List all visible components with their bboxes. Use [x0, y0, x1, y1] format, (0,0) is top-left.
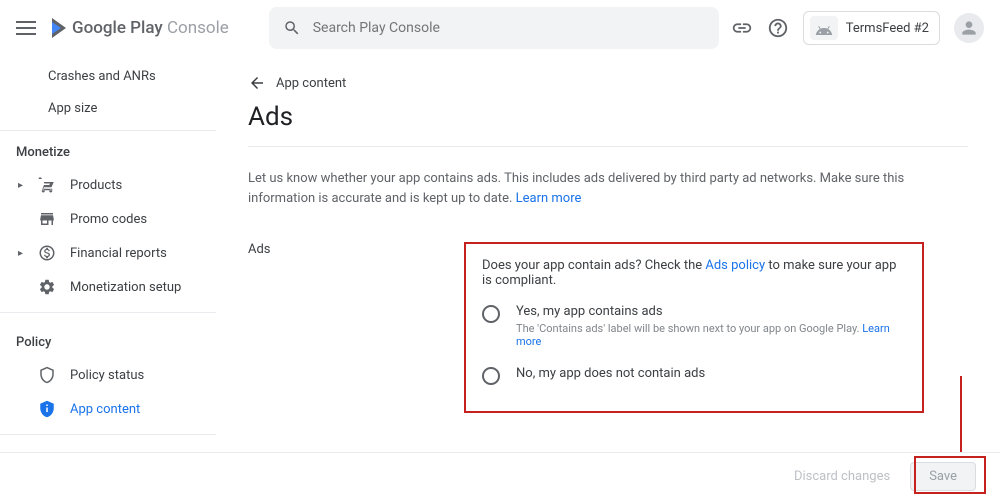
radio-icon: [482, 305, 500, 323]
link-icon[interactable]: [731, 17, 753, 39]
sidebar-section-monetize: Monetize: [0, 130, 216, 168]
ads-options-box: Does your app contain ads? Check the Ads…: [464, 242, 924, 413]
info-shield-icon: [38, 400, 56, 418]
dollar-icon: [38, 244, 56, 262]
logo-text-sub: Console: [163, 18, 229, 38]
menu-icon[interactable]: [16, 21, 40, 35]
learn-more-link[interactable]: Learn more: [516, 191, 582, 206]
discard-button[interactable]: Discard changes: [794, 469, 890, 484]
user-avatar[interactable]: [954, 13, 984, 43]
sidebar-item-appsize[interactable]: App size: [0, 92, 216, 124]
save-button[interactable]: Save: [910, 462, 976, 491]
gear-icon: [38, 278, 56, 296]
logo-text-main: Google Play: [72, 18, 163, 38]
section-label: Ads: [248, 242, 464, 413]
play-console-logo[interactable]: Google Play Console: [52, 18, 229, 38]
radio-yes[interactable]: Yes, my app contains ads The 'Contains a…: [482, 304, 906, 348]
sidebar-item-promo[interactable]: Promo codes: [0, 202, 216, 236]
sidebar: Crashes and ANRs App size Monetize ▸ Pro…: [0, 56, 216, 452]
footer-bar: Discard changes Save: [0, 452, 1000, 500]
cart-icon: [38, 176, 56, 194]
search-input[interactable]: [313, 20, 705, 36]
radio-icon: [482, 367, 500, 385]
caret-icon: ▸: [18, 248, 24, 259]
sidebar-section-policy: Policy: [0, 321, 216, 358]
main-content: App content Ads Let us know whether your…: [216, 56, 1000, 452]
back-link[interactable]: App content: [248, 74, 968, 92]
sidebar-item-policystatus[interactable]: Policy status: [0, 358, 216, 392]
account-name: TermsFeed #2: [846, 21, 929, 36]
ads-question: Does your app contain ads? Check the Ads…: [482, 258, 906, 288]
android-icon: [810, 16, 838, 40]
annotation-arrow: [960, 376, 962, 452]
search-icon: [283, 19, 301, 37]
arrow-left-icon: [248, 74, 266, 92]
shield-icon: [38, 366, 56, 384]
help-icon[interactable]: [767, 17, 789, 39]
sidebar-item-monsetup[interactable]: Monetization setup: [0, 270, 216, 304]
sidebar-item-financial[interactable]: ▸ Financial reports: [0, 236, 216, 270]
radio-no[interactable]: No, my app does not contain ads: [482, 366, 906, 385]
ads-policy-link[interactable]: Ads policy: [705, 258, 765, 273]
page-description: Let us know whether your app contains ad…: [248, 169, 968, 208]
sidebar-item-appcontent[interactable]: App content: [0, 392, 216, 426]
page-title: Ads: [248, 102, 968, 132]
store-icon: [38, 210, 56, 228]
caret-icon: ▸: [18, 180, 24, 191]
sidebar-item-products[interactable]: ▸ Products: [0, 168, 216, 202]
account-chip[interactable]: TermsFeed #2: [803, 11, 940, 45]
search-bar[interactable]: [269, 7, 719, 49]
play-triangle-icon: [52, 18, 66, 38]
sidebar-item-crashes[interactable]: Crashes and ANRs: [0, 60, 216, 92]
